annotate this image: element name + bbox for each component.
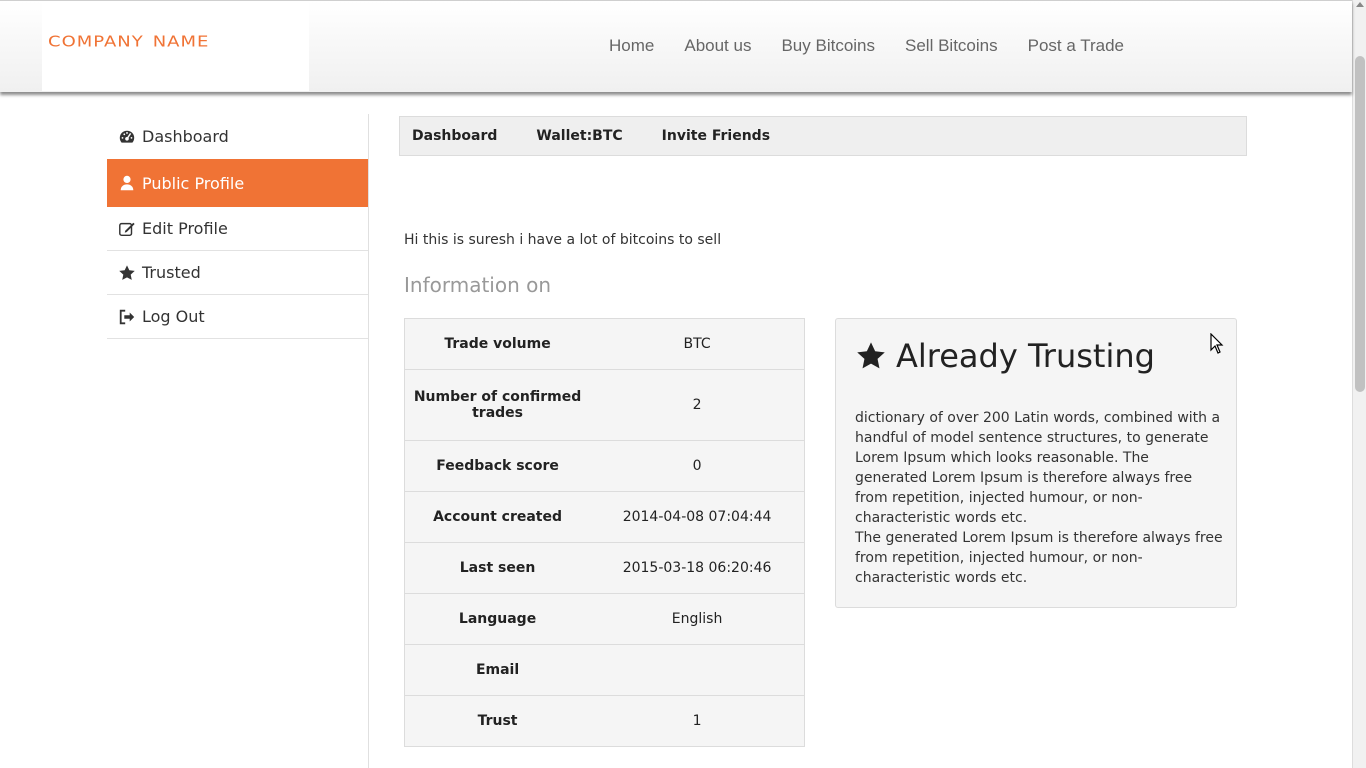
table-row: Feedback score 0	[404, 440, 805, 492]
subnav-invite-friends[interactable]: Invite Friends	[662, 128, 770, 144]
table-row: Email	[404, 644, 805, 696]
row-value	[590, 644, 805, 696]
info-heading: Information on	[404, 273, 552, 297]
row-label: Trust	[404, 695, 591, 747]
star-icon	[117, 264, 137, 282]
subnav-wallet-btc[interactable]: Wallet:BTC	[536, 128, 622, 144]
user-icon	[117, 174, 137, 192]
row-label: Language	[404, 593, 591, 645]
profile-bio: Hi this is suresh i have a lot of bitcoi…	[404, 232, 722, 248]
row-value: 2015-03-18 06:20:46	[590, 542, 805, 594]
already-trusting-panel: Already Trusting dictionary of over 200 …	[835, 318, 1237, 608]
scroll-thumb[interactable]	[1355, 56, 1365, 392]
nav-sell-bitcoins[interactable]: Sell Bitcoins	[905, 36, 998, 56]
sidebar: Dashboard Public Profile Edit Profile Tr…	[107, 114, 369, 768]
row-value: BTC	[590, 318, 805, 370]
row-label: Number of confirmed trades	[404, 369, 591, 441]
row-value: 1	[590, 695, 805, 747]
scroll-up-icon[interactable]	[1356, 2, 1364, 7]
table-row: Account created 2014-04-08 07:04:44	[404, 491, 805, 543]
main-nav: Home About us Buy Bitcoins Sell Bitcoins…	[609, 36, 1154, 56]
row-label: Last seen	[404, 542, 591, 594]
row-value: 2014-04-08 07:04:44	[590, 491, 805, 543]
nav-about-us[interactable]: About us	[684, 36, 751, 56]
logout-icon	[117, 308, 137, 326]
profile-subnav: Dashboard Wallet:BTC Invite Friends	[399, 116, 1247, 156]
star-icon	[857, 342, 885, 369]
row-value: 2	[590, 369, 805, 441]
nav-post-a-trade[interactable]: Post a Trade	[1028, 36, 1124, 56]
trust-title: Already Trusting	[855, 337, 1155, 375]
row-label: Feedback score	[404, 440, 591, 492]
sidebar-item-label: Public Profile	[142, 173, 245, 193]
subnav-dashboard[interactable]: Dashboard	[412, 128, 497, 144]
table-row: Last seen 2015-03-18 06:20:46	[404, 542, 805, 594]
row-label: Trade volume	[404, 318, 591, 370]
trust-title-text: Already Trusting	[896, 337, 1155, 375]
sidebar-item-public-profile[interactable]: Public Profile	[107, 159, 368, 207]
row-label: Account created	[404, 491, 591, 543]
row-value: English	[590, 593, 805, 645]
sidebar-item-dashboard[interactable]: Dashboard	[107, 114, 368, 159]
nav-home[interactable]: Home	[609, 36, 654, 56]
sidebar-item-label: Dashboard	[142, 127, 229, 146]
row-label: Email	[404, 644, 591, 696]
logo[interactable]: company name	[42, 1, 309, 91]
sidebar-item-trusted[interactable]: Trusted	[107, 251, 368, 295]
sidebar-item-label: Log Out	[142, 307, 205, 326]
nav-buy-bitcoins[interactable]: Buy Bitcoins	[781, 36, 875, 56]
table-row: Language English	[404, 593, 805, 645]
sidebar-item-log-out[interactable]: Log Out	[107, 295, 368, 339]
profile-info-table: Trade volume BTC Number of confirmed tra…	[404, 318, 805, 747]
table-row: Number of confirmed trades 2	[404, 369, 805, 441]
trust-description: dictionary of over 200 Latin words, comb…	[855, 410, 1223, 586]
mouse-pointer-icon	[1210, 333, 1224, 354]
page-scrollbar[interactable]	[1352, 0, 1366, 768]
logo-text: company name	[48, 27, 210, 52]
sidebar-item-label: Edit Profile	[142, 219, 228, 238]
table-row: Trade volume BTC	[404, 318, 805, 370]
table-row: Trust 1	[404, 695, 805, 747]
dashboard-icon	[117, 128, 137, 146]
sidebar-item-label: Trusted	[142, 263, 201, 282]
top-header: company name Home About us Buy Bitcoins …	[0, 0, 1352, 92]
edit-icon	[117, 220, 137, 238]
sidebar-item-edit-profile[interactable]: Edit Profile	[107, 207, 368, 251]
row-value: 0	[590, 440, 805, 492]
